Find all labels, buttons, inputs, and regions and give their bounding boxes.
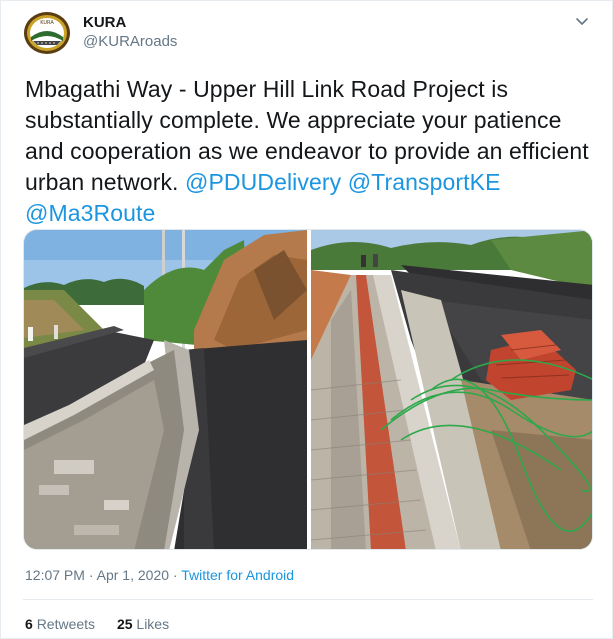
photo-road-hillside[interactable] [24, 230, 307, 549]
meta-separator: · [172, 567, 178, 583]
mention-transportke[interactable]: @TransportKE [348, 169, 501, 195]
tweet-text: Mbagathi Way - Upper Hill Link Road Proj… [25, 74, 595, 229]
chevron-down-icon[interactable] [573, 13, 591, 31]
tweet-header: KURA KURA @KURAroads [23, 11, 593, 55]
mention-ma3route[interactable]: @Ma3Route [25, 200, 155, 226]
tweet-meta: 12:07 PM · Apr 1, 2020 · Twitter for And… [25, 567, 294, 583]
author-handle[interactable]: @KURAroads [83, 33, 177, 50]
retweets-label: Retweets [36, 616, 96, 632]
tweet-stats: 6 Retweets 25 Likes [25, 616, 187, 632]
tweet-text-line-3: and cooperation as we endeavor to provid… [25, 138, 589, 164]
likes-label: Likes [136, 616, 170, 632]
tweet-media [23, 229, 593, 550]
author-display-name[interactable]: KURA [83, 14, 126, 31]
tweet-date[interactable]: Apr 1, 2020 [97, 567, 169, 583]
tweet-text-line-2: substantially complete. We appreciate yo… [25, 107, 562, 133]
mention-pdudelivery[interactable]: @PDUDelivery [185, 169, 341, 195]
tweet-time[interactable]: 12:07 PM [25, 567, 85, 583]
meta-separator: · [88, 567, 94, 583]
divider [23, 599, 593, 600]
photo-walkway-bricks[interactable] [310, 230, 592, 549]
tweet-text-line-1: Mbagathi Way - Upper Hill Link Road Proj… [25, 76, 509, 102]
kura-logo-icon[interactable]: KURA [23, 11, 71, 55]
likes-count: 25 [116, 616, 133, 632]
retweets-stat[interactable]: 6 Retweets [25, 616, 99, 632]
tweet-source-link[interactable]: Twitter for Android [181, 567, 294, 583]
retweets-count: 6 [25, 616, 33, 632]
avatar-logo-text: KURA [40, 20, 54, 26]
tweet-card: KURA KURA @KURAroads Mbagathi Way - Uppe… [0, 0, 613, 639]
likes-stat[interactable]: 25 Likes [117, 616, 169, 632]
tweet-text-line-4: urban network. [25, 169, 179, 195]
